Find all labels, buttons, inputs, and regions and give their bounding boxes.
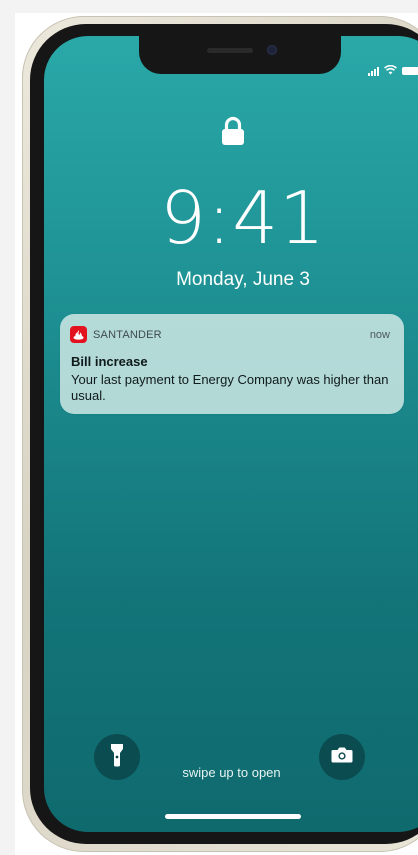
notification-time: now [369,328,390,341]
battery-icon [402,67,418,75]
notch [139,36,341,74]
speaker-grille [207,48,253,53]
wifi-icon [384,62,397,80]
notification-body: Your last payment to Energy Company was … [71,372,389,403]
front-camera [267,45,277,55]
lock-icon [220,116,246,146]
home-indicator[interactable] [165,814,301,819]
signal-icon [368,66,379,76]
lock-screen: 9:41 Monday, June 3 SANTANDER now Bill i… [44,36,418,832]
status-bar [368,62,418,80]
notification-card[interactable]: SANTANDER now Bill increase Your last pa… [60,314,404,414]
swipe-up-hint: swipe up to open [182,765,281,780]
clock-time: 9:41 [160,176,326,260]
notification-header: SANTANDER now [70,326,390,343]
notification-app-name: SANTANDER [93,328,162,341]
notification-app: SANTANDER [70,326,162,343]
clock-date: Monday, June 3 [176,269,310,290]
santander-flame-icon [70,326,87,343]
notification-title: Bill increase [71,354,148,369]
page: 9:41 Monday, June 3 SANTANDER now Bill i… [0,0,418,855]
